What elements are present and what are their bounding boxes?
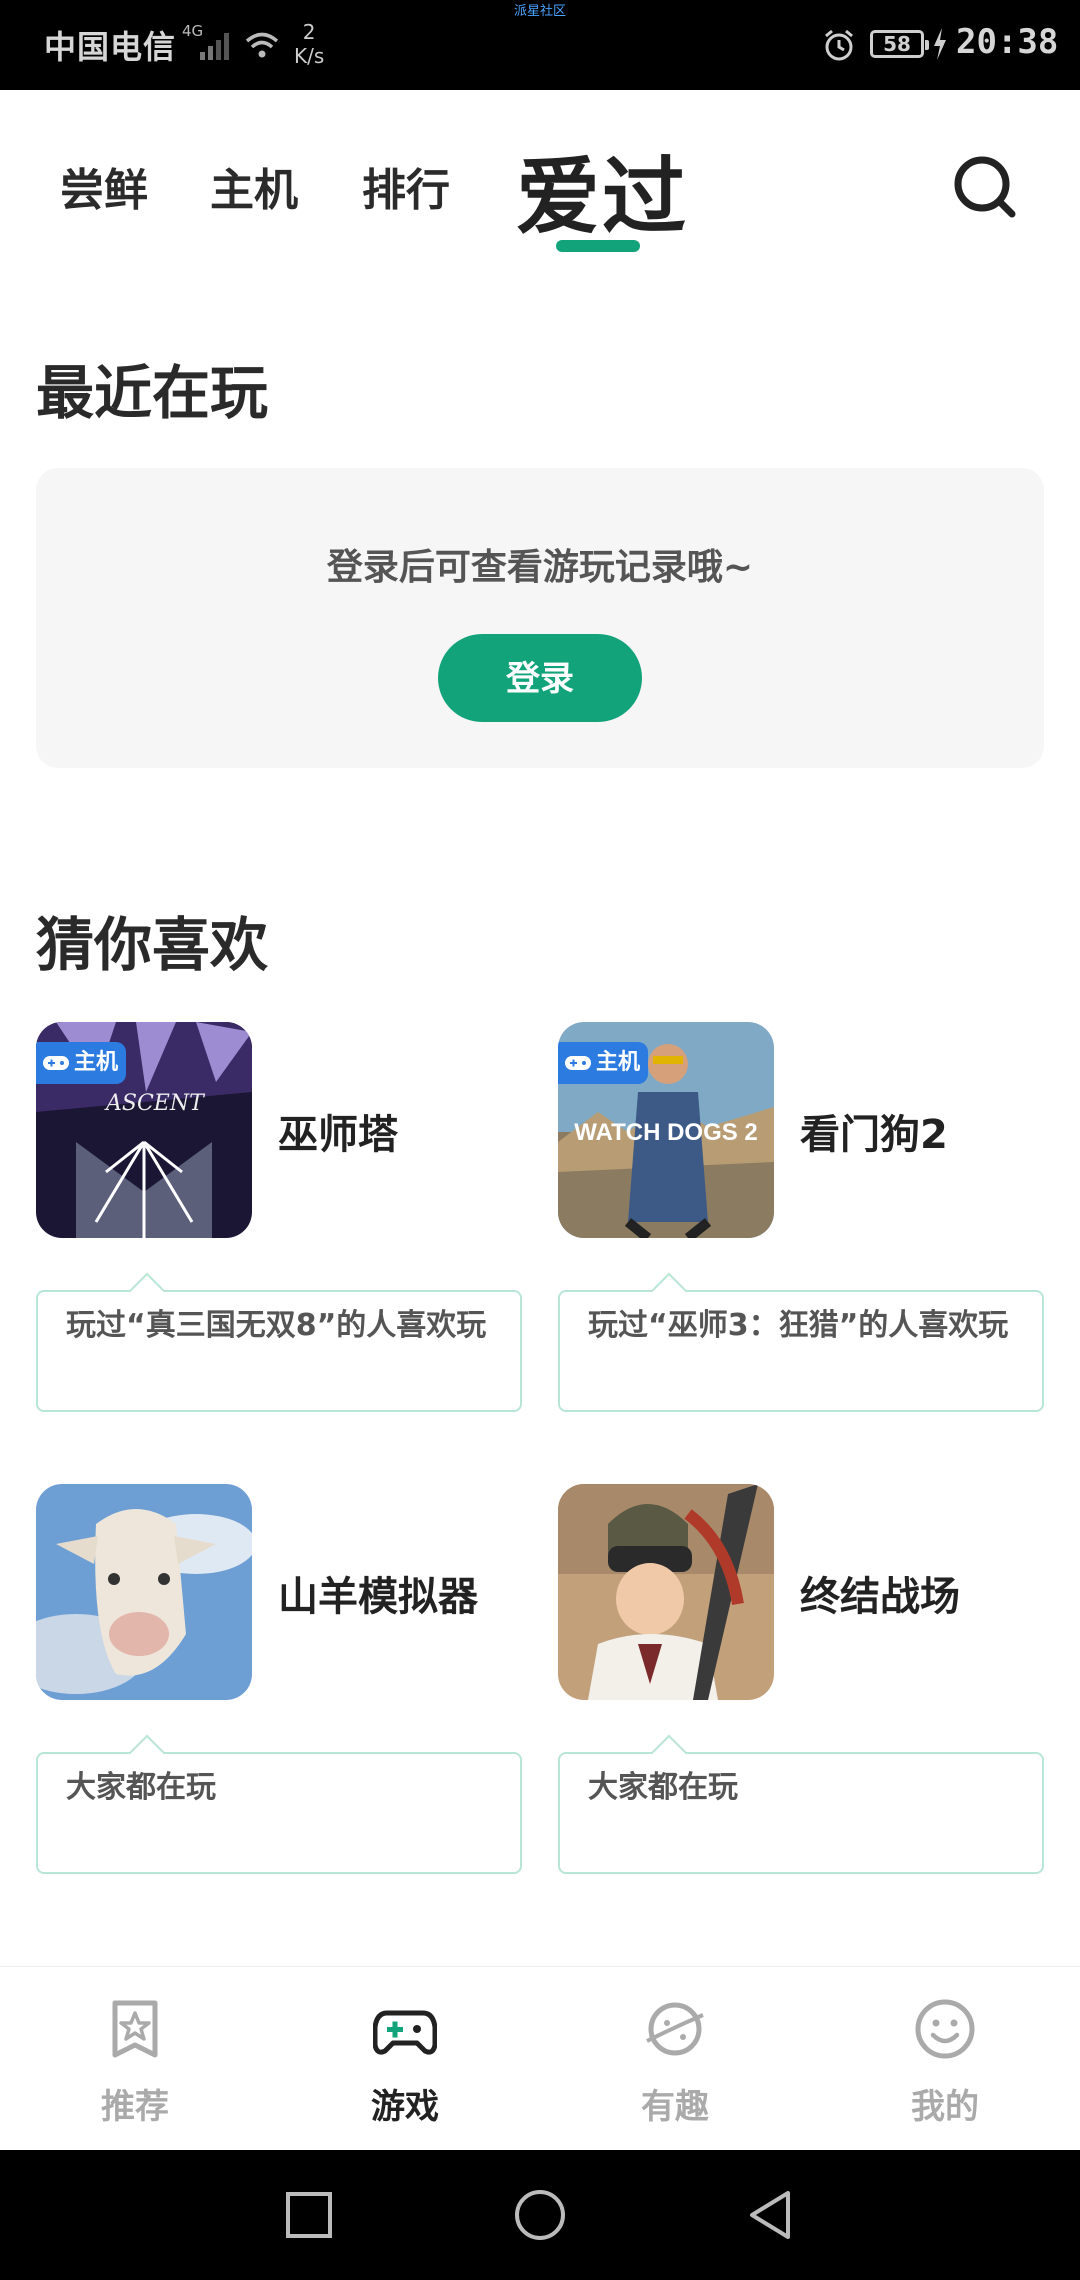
reason-pointer [128,1272,166,1310]
recommend-reason: 玩过“真三国无双8”的人喜欢玩 [36,1272,522,1412]
game-cover-image [36,1484,252,1700]
network-speed: 2 K/s [294,20,324,68]
login-prompt: 登录后可查看游玩记录哦~ [326,547,754,588]
game-cover[interactable]: WATCH DOGS 2 主机 [558,1022,774,1238]
nav-label: 有趣 [641,2087,709,2127]
login-button[interactable]: 登录 [438,634,642,722]
home-icon[interactable] [513,2188,567,2242]
gamepad-small-icon [565,1056,591,1070]
game-title[interactable]: 看门狗2 [800,1102,948,1160]
nav-item-fun[interactable]: 有趣 [540,1967,810,2151]
tab-console[interactable]: 主机 [210,154,298,218]
nav-label: 我的 [911,2087,979,2127]
game-title[interactable]: 终结战场 [800,1564,960,1622]
game-cover[interactable]: ASCENT 主机 [36,1022,252,1238]
gamepad-icon [373,2010,437,2055]
tab-changxian[interactable]: 尝鲜 [60,154,148,218]
game-card[interactable]: 山羊模拟器 大家都在玩 [36,1484,522,1874]
alarm-icon [825,29,853,61]
nav-item-games[interactable]: 游戏 [270,1967,540,2151]
status-bar: 中国电信 4G 2 K/s 派星社区 58 20:38 [0,0,1080,90]
recent-play-card: 登录后可查看游玩记录哦~ 登录 [36,468,1044,768]
console-badge: 主机 [558,1042,649,1084]
tab-aiguo[interactable]: 爱过 [516,130,688,251]
console-badge-label: 主机 [74,1050,119,1075]
recommend-reason-text: 大家都在玩 [66,1770,216,1805]
active-tab-indicator [556,240,640,252]
star-bookmark-icon [112,2000,158,2058]
cover-title-text: ASCENT [104,1091,206,1116]
top-tab-bar: 尝鲜 主机 排行 爱过 [0,90,1080,260]
recommend-reason: 大家都在玩 [36,1734,522,1874]
reason-pointer [650,1734,688,1772]
smiley-icon [915,1999,975,2059]
game-card[interactable]: WATCH DOGS 2 主机 看门狗2 玩过“巫师3：狂猎”的人喜欢玩 [558,1022,1044,1412]
recents-icon[interactable] [282,2188,336,2242]
carrier-name: 中国电信 [44,28,177,66]
game-card[interactable]: ASCENT 主机 巫师塔 玩过“真三国无双8”的人喜欢玩 [36,1022,522,1412]
console-badge: 主机 [36,1042,127,1084]
gamepad-small-icon [43,1056,69,1070]
game-cover-image [558,1484,774,1700]
back-icon[interactable] [744,2188,798,2242]
recommend-reason: 玩过“巫师3：狂猎”的人喜欢玩 [558,1272,1044,1412]
game-card[interactable]: 终结战场 大家都在玩 [558,1484,1044,1874]
console-badge-label: 主机 [596,1050,641,1075]
planet-icon [646,2002,704,2056]
recommend-section-title: 猜你喜欢 [36,911,269,979]
recommend-reason-text: 大家都在玩 [588,1770,738,1805]
game-title[interactable]: 山羊模拟器 [278,1564,478,1622]
notch-label: 派星社区 [514,4,567,19]
system-navigation-bar [0,2150,1080,2280]
nav-item-recommend[interactable]: 推荐 [0,1967,270,2151]
battery-indicator: 58 [870,30,929,58]
game-title[interactable]: 巫师塔 [278,1102,398,1160]
reason-pointer [128,1734,166,1772]
recommend-reason-text: 玩过“巫师3：狂猎”的人喜欢玩 [588,1308,1009,1343]
recent-section-title: 最近在玩 [36,359,269,427]
signal-icon [200,33,229,60]
reason-pointer [650,1272,688,1310]
wifi-icon [245,32,279,58]
clock: 20:38 [956,22,1059,62]
bottom-navigation: 推荐 游戏 有趣 我的 [0,1966,1080,2151]
game-cover[interactable] [558,1484,774,1700]
charging-icon [934,28,946,60]
recommend-reason: 大家都在玩 [558,1734,1044,1874]
tab-ranking[interactable]: 排行 [362,154,450,218]
recommend-reason-text: 玩过“真三国无双8”的人喜欢玩 [66,1308,487,1343]
cover-title-text: WATCH DOGS 2 [574,1119,758,1146]
speed-value: 2 [302,20,316,44]
nav-item-mine[interactable]: 我的 [810,1967,1080,2151]
search-icon[interactable] [950,152,1020,222]
speed-unit: K/s [294,44,325,68]
nav-label: 游戏 [371,2087,439,2127]
game-cover[interactable] [36,1484,252,1700]
nav-label: 推荐 [101,2087,169,2127]
